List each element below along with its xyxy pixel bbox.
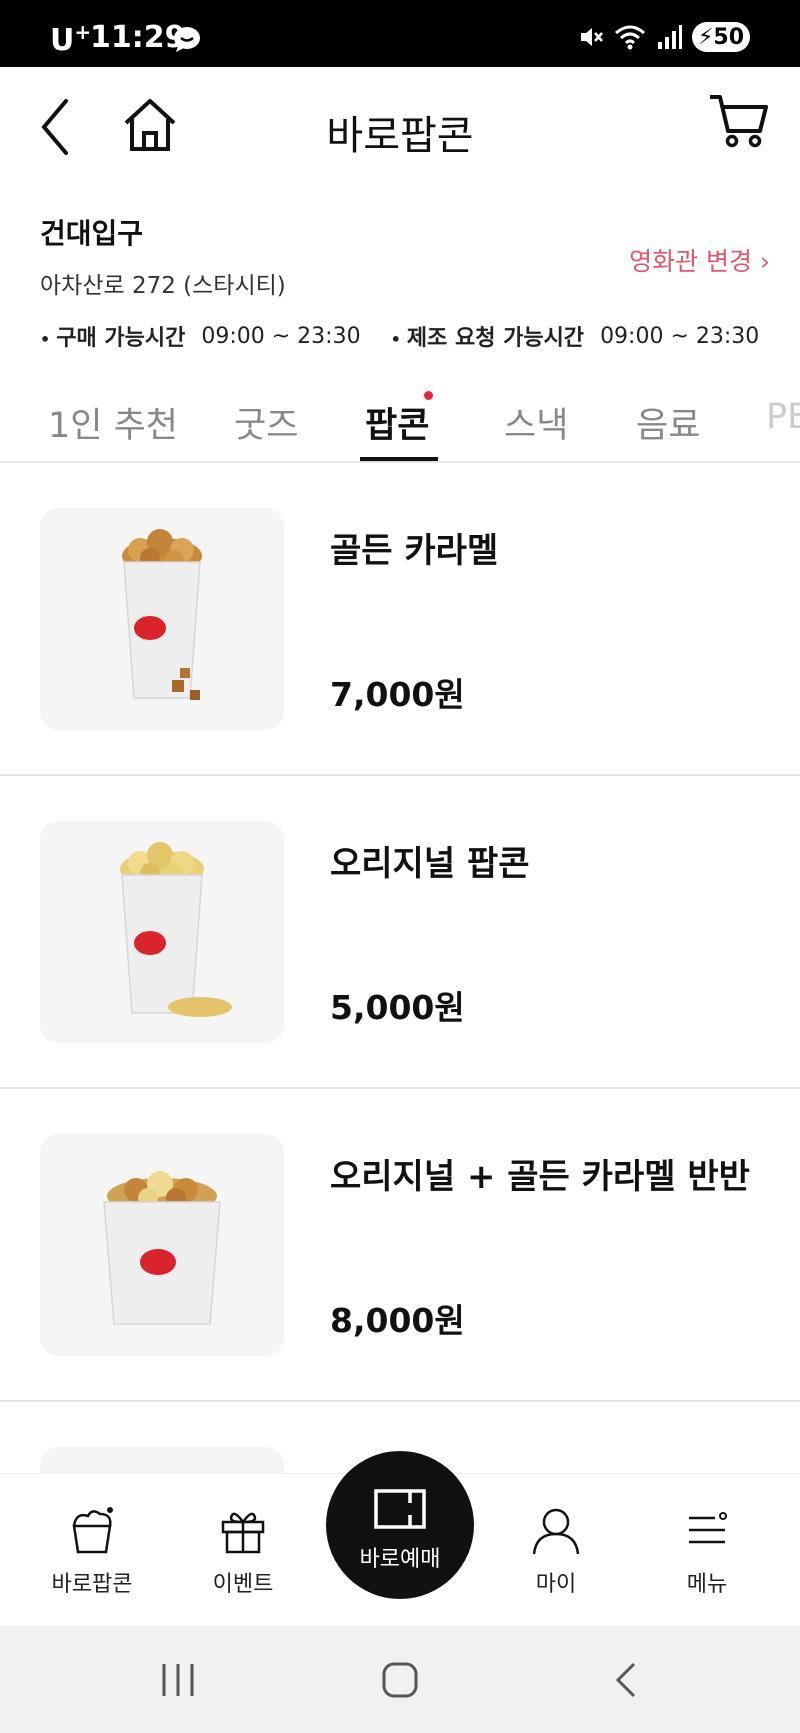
tab-snack[interactable]: 스낵: [504, 397, 568, 448]
app-header: 바로팝콘: [0, 67, 800, 187]
battery-indicator: ⚡ 50: [692, 22, 750, 52]
recent-apps-icon[interactable]: [158, 1660, 198, 1700]
nav-label: 마이: [535, 1572, 577, 1597]
product-name: 오리지널 팝콘: [330, 844, 530, 884]
purchase-hours-label: 구매 가능시간: [40, 320, 185, 352]
nav-label: 이벤트: [212, 1572, 274, 1597]
signal-icon: [658, 25, 682, 49]
product-image: [40, 821, 284, 1043]
cart-icon[interactable]: [708, 93, 770, 149]
status-bar: U+ 11:29 ⚡ 50: [0, 0, 800, 67]
carrier-label: U+: [50, 20, 92, 58]
ticket-icon: [374, 1489, 426, 1529]
product-price: 5,000원: [330, 988, 465, 1027]
request-hours-label: 제조 요청 가능시간: [391, 320, 584, 352]
tab-drink[interactable]: 음료: [636, 397, 700, 448]
list-item[interactable]: 오리지널 팝콘 5,000원: [0, 776, 800, 1089]
status-icons: ⚡ 50: [578, 22, 750, 52]
change-theater-button[interactable]: 영화관 변경 ›: [629, 242, 770, 278]
tab-popcorn[interactable]: 팝콘: [365, 397, 429, 448]
request-hours: 제조 요청 가능시간 09:00 ~ 23:30: [391, 320, 760, 352]
nav-popcorn[interactable]: 바로팝콘: [32, 1504, 152, 1598]
message-icon: [174, 27, 200, 52]
quick-booking-button[interactable]: 바로예매: [326, 1451, 474, 1599]
nav-label: 바로예매: [359, 1547, 441, 1572]
product-image: [40, 1134, 284, 1356]
nav-label: 메뉴: [686, 1572, 728, 1597]
tab-more[interactable]: PE: [766, 397, 800, 437]
menu-icon: [689, 1512, 727, 1544]
theater-info: 건대입구 아차산로 272 (스타시티) 영화관 변경 ›: [40, 212, 770, 300]
back-system-icon[interactable]: [606, 1660, 646, 1700]
list-item[interactable]: 골든 카라멜 7,000원: [0, 463, 800, 776]
tab-goods[interactable]: 굿즈: [234, 397, 298, 448]
purchase-hours-value: 09:00 ~ 23:30: [201, 323, 361, 349]
product-price: 7,000원: [330, 675, 465, 714]
new-badge-dot: [424, 391, 433, 400]
person-icon: [532, 1508, 580, 1555]
request-hours-value: 09:00 ~ 23:30: [600, 323, 760, 349]
list-item[interactable]: 오리지널 + 골든 카라멜 반반 8,000원: [0, 1089, 800, 1402]
purchase-hours: 구매 가능시간 09:00 ~ 23:30: [40, 320, 361, 352]
charging-icon: ⚡: [697, 24, 714, 50]
popcorn-cup-image: [120, 842, 232, 1017]
product-image: [40, 508, 284, 730]
popcorn-icon: [72, 1507, 113, 1554]
product-name: 골든 카라멜: [330, 531, 499, 571]
nav-menu[interactable]: 메뉴: [647, 1504, 767, 1598]
popcorn-cup-image: [103, 1171, 221, 1325]
home-system-icon[interactable]: [380, 1660, 420, 1700]
gift-icon: [221, 1512, 265, 1554]
operating-hours: 구매 가능시간 09:00 ~ 23:30 제조 요청 가능시간 09:00 ~…: [40, 320, 759, 352]
nav-my[interactable]: 마이: [496, 1504, 616, 1598]
nav-label: 바로팝콘: [51, 1572, 133, 1597]
mute-icon: [581, 28, 603, 46]
product-name: 오리지널 + 골든 카라멜 반반: [330, 1157, 750, 1197]
wifi-icon: [615, 25, 645, 50]
page-title: 바로팝콘: [326, 113, 474, 159]
system-navigation-bar: [0, 1626, 800, 1733]
popcorn-cup-image: [122, 529, 202, 700]
active-tab-indicator: [360, 457, 438, 461]
tab-recommend[interactable]: 1인 추천: [48, 397, 178, 448]
product-price: 8,000원: [330, 1301, 465, 1340]
category-tabs: 1인 추천 굿즈 팝콘 스낵 음료 PE: [0, 385, 800, 463]
nav-event[interactable]: 이벤트: [183, 1504, 303, 1598]
